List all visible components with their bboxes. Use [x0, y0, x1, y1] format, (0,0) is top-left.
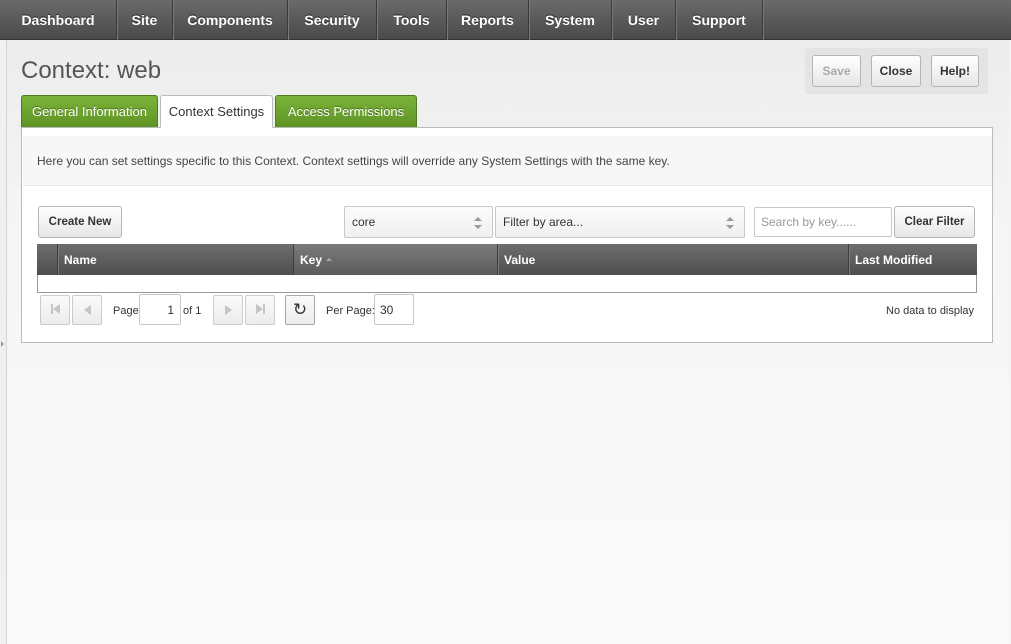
nav-item-site[interactable]: Site [117, 0, 173, 40]
clear-filter-button[interactable]: Clear Filter [894, 206, 975, 238]
namespace-select[interactable]: core [344, 206, 493, 238]
nav-item-dashboard[interactable]: Dashboard [0, 0, 117, 40]
nav-item-support[interactable]: Support [676, 0, 763, 40]
search-by-key-input[interactable] [754, 207, 892, 237]
nav-item-reports[interactable]: Reports [447, 0, 529, 40]
tab-general-information[interactable]: General Information [21, 95, 158, 127]
previous-page-button[interactable] [72, 295, 102, 325]
grid-body [37, 275, 977, 293]
panel-description: Here you can set settings specific to th… [23, 136, 992, 186]
column-header-value[interactable]: Value [498, 244, 849, 275]
top-navigation: Dashboard Site Components Security Tools… [0, 0, 1011, 40]
previous-page-icon [83, 305, 91, 315]
column-header-last-modified-label: Last Modified [855, 252, 933, 267]
page-label: Page [113, 305, 139, 317]
page-count-label: of 1 [183, 305, 202, 317]
first-page-icon [50, 303, 60, 317]
area-filter-select[interactable]: Filter by area... [495, 206, 745, 238]
column-header-key-label: Key [300, 252, 323, 267]
nav-item-tools[interactable]: Tools [377, 0, 447, 40]
grid-header: Name Key Value Last Modified [37, 244, 977, 275]
column-header-name[interactable]: Name [58, 244, 294, 275]
refresh-button[interactable]: ↻ [285, 295, 315, 325]
create-new-button[interactable]: Create New [38, 206, 122, 238]
last-page-icon [255, 303, 265, 317]
save-button[interactable]: Save [812, 55, 861, 87]
sort-ascending-icon [326, 258, 333, 261]
select-arrows-icon [474, 217, 482, 229]
expand-arrow-icon[interactable] [1, 341, 4, 347]
column-header-key[interactable]: Key [294, 244, 498, 275]
column-header-last-modified[interactable]: Last Modified [849, 244, 977, 275]
grid-expander-column [37, 244, 58, 275]
help-button[interactable]: Help! [931, 55, 979, 87]
column-header-name-label: Name [64, 252, 97, 267]
last-page-button[interactable] [245, 295, 275, 325]
select-arrows-icon [726, 217, 734, 229]
next-page-button[interactable] [213, 295, 243, 325]
grid-status-text: No data to display [886, 305, 975, 317]
per-page-label: Per Page: [326, 305, 375, 317]
nav-item-user[interactable]: User [612, 0, 676, 40]
current-page-input[interactable] [139, 294, 181, 325]
nav-item-system[interactable]: System [529, 0, 612, 40]
namespace-select-value: core [352, 215, 376, 229]
first-page-button[interactable] [40, 295, 70, 325]
area-filter-placeholder: Filter by area... [503, 215, 584, 229]
column-header-value-label: Value [504, 252, 536, 267]
refresh-icon: ↻ [292, 300, 308, 319]
per-page-input[interactable] [374, 294, 414, 325]
tab-access-permissions[interactable]: Access Permissions [275, 95, 417, 127]
tab-context-settings[interactable]: Context Settings [160, 95, 273, 128]
close-button[interactable]: Close [871, 55, 921, 87]
nav-item-security[interactable]: Security [288, 0, 377, 40]
page-title: Context: web [21, 57, 162, 84]
nav-item-components[interactable]: Components [173, 0, 288, 40]
next-page-icon [224, 305, 232, 315]
action-button-panel: Save Close Help! [805, 48, 988, 94]
